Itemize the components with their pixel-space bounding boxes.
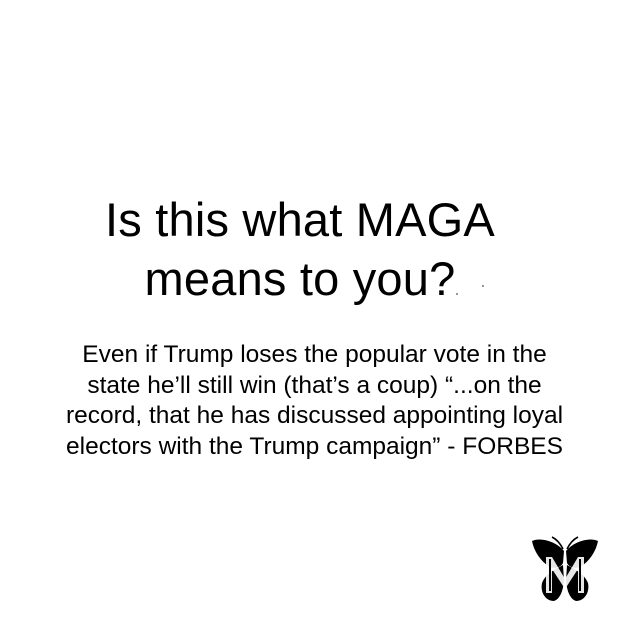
meme-card: Is this what MAGA means to you? Even if … (0, 0, 629, 629)
body-quote: Even if Trump loses the popular vote in … (0, 340, 629, 462)
stray-dot (456, 293, 458, 295)
body-line-2: state he’ll still win (that’s a coup) “.… (87, 371, 542, 399)
headline-line-2: means to you? (144, 252, 456, 305)
body-line-3: record, that he has discussed appointing… (65, 402, 564, 429)
headline-line-1: Is this what MAGA (105, 193, 495, 246)
stray-dot (482, 285, 484, 287)
body-line-1: Even if Trump loses the popular vote in … (82, 341, 547, 368)
headline: Is this what MAGA means to you? (0, 190, 600, 308)
body-line-4: electors with the Trump campaign” - FORB… (66, 432, 563, 460)
butterfly-m-logo-icon (530, 535, 600, 605)
